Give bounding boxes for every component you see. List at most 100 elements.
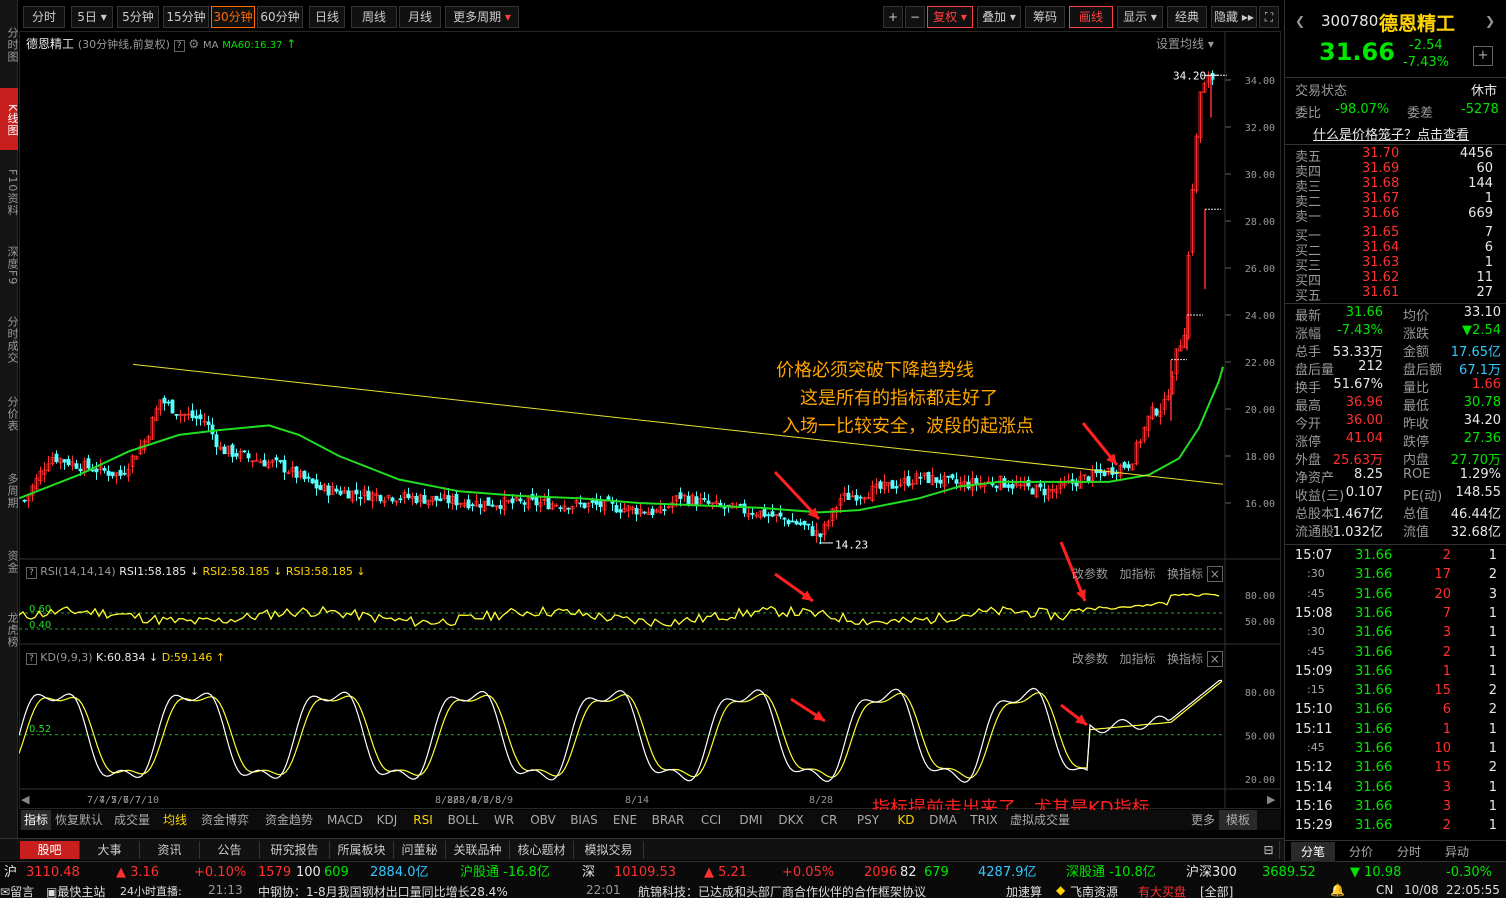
nav-kline[interactable]: K线图 [0, 88, 19, 150]
period-timeshare[interactable]: 分时 [23, 6, 65, 28]
quote-tab[interactable]: 分时 [1387, 842, 1431, 862]
nav-f10[interactable]: F10资料 [0, 156, 19, 228]
period-more[interactable]: 更多周期 ▾ [445, 6, 519, 28]
fast-server-icon[interactable]: ▣最快主站 [46, 883, 105, 898]
indicator-tab[interactable]: BOLL [441, 810, 485, 830]
news-tab[interactable]: 研究报告 [260, 841, 330, 859]
quote-tab[interactable]: 分价 [1339, 842, 1383, 862]
period-60min[interactable]: 60分钟 [257, 6, 303, 28]
indicator-tab[interactable]: MACD [321, 810, 369, 830]
indicator-tab[interactable]: PSY [847, 810, 889, 830]
nav-multi-period[interactable]: 多周期 [0, 452, 19, 528]
zoom-in-icon[interactable]: + [883, 6, 903, 28]
news-tab[interactable]: 关联品种 [446, 841, 510, 859]
indicator-tab[interactable]: DKX [771, 810, 811, 830]
bell-icon[interactable]: 🔔 [1330, 883, 1345, 897]
indicator-tab[interactable]: 资金趋势 [257, 810, 321, 830]
indicator-tab[interactable]: KD [889, 810, 923, 830]
period-30min[interactable]: 30分钟 [211, 6, 255, 28]
indicator-tab[interactable]: KDJ [369, 810, 405, 830]
indicator-tab[interactable]: ENE [605, 810, 645, 830]
kline-chart[interactable]: 34.00 32.00 30.00 28.00 26.00 24.00 22.00 20.00… [19, 31, 1281, 809]
ticker-news-1[interactable]: 中钢协：1-8月我国钢材出口量同比增长28.4% [258, 883, 508, 898]
indicator-tab[interactable]: 恢复默认 [51, 810, 107, 830]
chips-button[interactable]: 筹码 [1025, 6, 1065, 28]
kd-close-icon[interactable]: × [1206, 651, 1223, 667]
period-15min[interactable]: 15分钟 [163, 6, 209, 28]
hide-button[interactable]: 隐藏 ▸▸ [1211, 6, 1257, 28]
indicator-tab[interactable]: 成交量 [107, 810, 157, 830]
add-watchlist-icon[interactable]: + [1473, 46, 1493, 66]
indicator-tab[interactable]: OBV [523, 810, 563, 830]
kd-axis-label: 80.00 [1245, 688, 1275, 699]
ticker-stock[interactable]: 飞南资源 [1070, 883, 1118, 898]
set-ma-button[interactable]: 设置均线 ▾ [1156, 35, 1214, 52]
kd-swap-indicator[interactable]: 换指标 [1167, 652, 1203, 666]
indicator-tab[interactable]: BRAR [645, 810, 691, 830]
period-5day[interactable]: 5日 ▾ [71, 6, 113, 28]
zoom-out-icon[interactable]: − [905, 6, 925, 28]
message-icon[interactable]: ✉留言 [0, 883, 34, 898]
kd-change-param[interactable]: 改参数 [1072, 652, 1108, 666]
indicator-tab[interactable]: RSI [405, 810, 441, 830]
period-5min[interactable]: 5分钟 [117, 6, 159, 28]
prev-stock-icon[interactable]: ❮ [1295, 14, 1305, 28]
period-month[interactable]: 月线 [399, 6, 441, 28]
classic-button[interactable]: 经典 [1167, 6, 1207, 28]
indicator-tab[interactable]: CCI [691, 810, 731, 830]
fullscreen-icon[interactable]: ⛶ [1259, 6, 1279, 28]
period-week[interactable]: 周线 [351, 6, 397, 28]
rsi-change-param[interactable]: 改参数 [1072, 567, 1108, 581]
rsi-swap-indicator[interactable]: 换指标 [1167, 567, 1203, 581]
nav-dragon-tiger[interactable]: 龙虎榜 [0, 596, 19, 662]
indicator-tab[interactable]: CR [811, 810, 847, 830]
news-tab[interactable]: 问董秘 [394, 841, 446, 859]
ticker-all[interactable]: [全部] [1200, 883, 1233, 898]
indicator-tab[interactable]: 资金博弈 [193, 810, 257, 830]
display-button[interactable]: 显示 ▾ [1117, 6, 1163, 28]
ticker-news-3[interactable]: 加速算 [1006, 883, 1042, 898]
kd-help-icon[interactable]: ? [26, 653, 37, 665]
kd-add-indicator[interactable]: 加指标 [1119, 652, 1155, 666]
indicator-tab[interactable]: 模板 [1219, 810, 1257, 830]
rsi-help-icon[interactable]: ? [26, 567, 37, 579]
indicator-tab[interactable]: DMA [923, 810, 963, 830]
help-icon[interactable]: ? [173, 40, 185, 52]
nav-timeshare[interactable]: 分时图 [0, 4, 19, 84]
nav-trades[interactable]: 分时成交 [0, 302, 19, 376]
news-tab[interactable]: 资讯 [140, 841, 200, 859]
rsi-close-icon[interactable]: × [1206, 566, 1223, 582]
rsi-add-indicator[interactable]: 加指标 [1119, 567, 1155, 581]
ticker-news-2[interactable]: 航锦科技：已达成和头部厂商合作伙伴的合作框架协议 [638, 883, 926, 898]
indicator-tab[interactable]: 均线 [157, 810, 193, 830]
draw-line-button[interactable]: 画线 [1069, 6, 1113, 28]
next-stock-icon[interactable]: ❯ [1485, 14, 1495, 28]
news-tab[interactable]: 所属板块 [330, 841, 394, 859]
candle-body [414, 495, 419, 504]
indicator-tab[interactable]: 更多 [1187, 810, 1219, 830]
nav-price-table[interactable]: 分价表 [0, 380, 19, 446]
news-tab[interactable]: 大事 [80, 841, 140, 859]
stat-label: 今开 [1295, 417, 1322, 432]
adjust-button[interactable]: 复权 ▾ [927, 6, 973, 28]
indicator-tab[interactable]: WR [485, 810, 523, 830]
news-tab[interactable]: 股吧 [20, 841, 80, 859]
news-tab[interactable]: 核心题材 [510, 841, 574, 859]
indicator-tab[interactable]: 虚拟成交量 [1005, 810, 1075, 830]
collapse-icon[interactable]: ⊟ [1258, 841, 1280, 859]
quote-tab[interactable]: 异动 [1435, 842, 1479, 862]
indicator-tab[interactable]: TRIX [963, 810, 1005, 830]
nav-funds[interactable]: 资金 [0, 536, 19, 586]
indicator-tab[interactable]: BIAS [563, 810, 605, 830]
nav-depth[interactable]: 深度F9 [0, 232, 19, 298]
overlay-button[interactable]: 叠加 ▾ [977, 6, 1021, 28]
news-tab[interactable]: 公告 [200, 841, 260, 859]
price-cage-link[interactable]: 什么是价格笼子？点击查看 [1313, 124, 1469, 143]
settings-gear-icon[interactable]: ⚙ [188, 37, 199, 51]
indicator-tab[interactable]: DMI [731, 810, 771, 830]
tick-price: 31.66 [1355, 702, 1393, 718]
indicator-tab[interactable]: 指标 [21, 810, 51, 830]
news-tab[interactable]: 模拟交易 [574, 841, 644, 859]
period-day[interactable]: 日线 [309, 6, 345, 28]
quote-tab[interactable]: 分笔 [1291, 842, 1335, 862]
